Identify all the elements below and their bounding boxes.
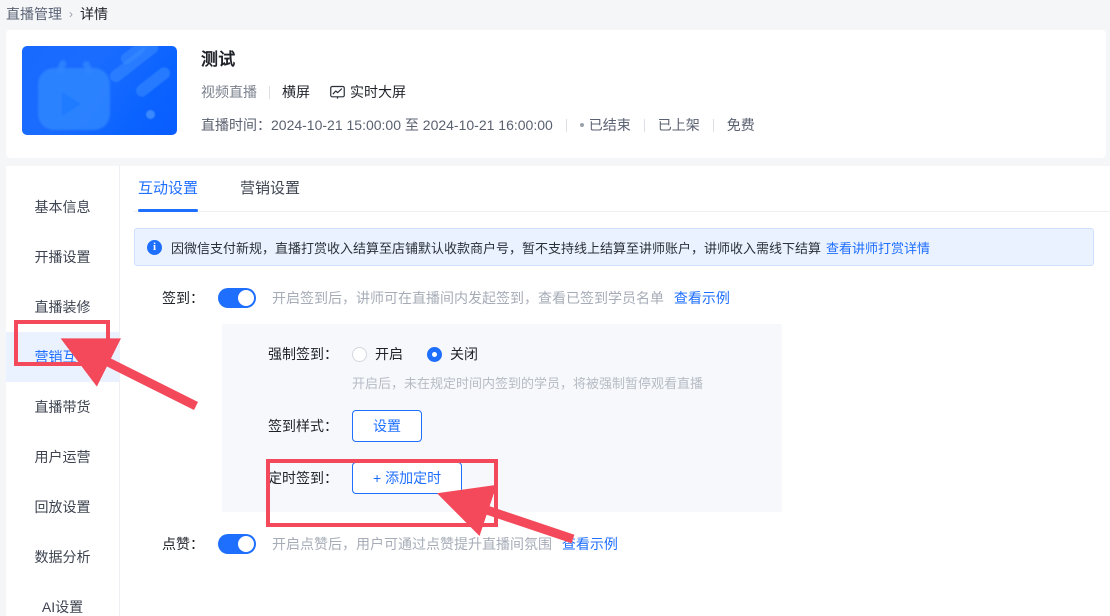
page-root: 直播管理 › 详情 测试 视频直播 横屏 实时大屏 直播时间： 2024-10-… bbox=[0, 0, 1110, 616]
sidebar-item-label: 基本信息 bbox=[34, 199, 91, 215]
signin-row: 签到： 开启签到后，讲师可在直播间内发起签到，查看已签到学员名单 查看示例 bbox=[146, 288, 1110, 308]
main-panel: 互动设置 营销设置 i 因微信支付新规，直播打赏收入结算至店铺默认收款商户号，暂… bbox=[120, 166, 1110, 616]
sidebar-item-broadcast[interactable]: 开播设置 bbox=[6, 232, 119, 282]
notice-link[interactable]: 查看讲师打赏详情 bbox=[826, 238, 930, 257]
force-signin-row: 强制签到： 开启 关闭 bbox=[254, 344, 782, 364]
live-meta-row: 视频直播 横屏 实时大屏 bbox=[201, 82, 755, 102]
tab-interaction-settings[interactable]: 互动设置 bbox=[138, 166, 199, 212]
force-signin-label: 强制签到： bbox=[268, 346, 338, 362]
sidebar-item-label: 开播设置 bbox=[34, 249, 91, 265]
shelf-status-badge: 已上架 bbox=[657, 117, 700, 133]
signin-toggle[interactable] bbox=[218, 288, 256, 308]
signin-hint-text: 开启签到后，讲师可在直播间内发起签到，查看已签到学员名单 bbox=[272, 290, 664, 306]
sidebar-item-decoration[interactable]: 直播装修 bbox=[6, 282, 119, 332]
tab-label: 营销设置 bbox=[240, 179, 301, 197]
signin-style-setting-button[interactable]: 设置 bbox=[352, 410, 422, 442]
signin-style-row: 签到样式： 设置 bbox=[254, 410, 782, 442]
add-schedule-button[interactable]: + 添加定时 bbox=[352, 462, 463, 494]
like-row: 点赞： 开启点赞后，用户可通过点赞提升直播间氛围 查看示例 bbox=[146, 534, 1110, 554]
like-label: 点赞： bbox=[162, 536, 204, 552]
meta-divider bbox=[643, 118, 645, 132]
meta-divider bbox=[712, 118, 714, 132]
tab-bar: 互动设置 营销设置 bbox=[134, 166, 1110, 212]
sidebar-item-commerce[interactable]: 直播带货 bbox=[6, 382, 119, 432]
meta-divider bbox=[269, 85, 270, 99]
sidebar-item-marketing[interactable]: 营销互动 bbox=[6, 332, 119, 382]
thumb-dot-decor bbox=[146, 110, 155, 119]
sidebar-item-label: 回放设置 bbox=[34, 499, 91, 515]
breadcrumb-current: 详情 bbox=[80, 6, 108, 22]
live-time-label: 直播时间： bbox=[201, 117, 271, 133]
price-badge: 免费 bbox=[726, 117, 755, 133]
scheduled-signin-label: 定时签到： bbox=[268, 470, 338, 486]
signin-settings-panel: 强制签到： 开启 关闭 开启后，未在规定时间内签到的学员，将被强制暂停观看直播 bbox=[222, 324, 782, 512]
radio-circle-icon bbox=[352, 346, 367, 362]
signin-hint: 开启签到后，讲师可在直播间内发起签到，查看已签到学员名单 查看示例 bbox=[272, 288, 730, 308]
sidebar-item-label: 营销互动 bbox=[34, 349, 91, 365]
sidebar-item-basic-info[interactable]: 基本信息 bbox=[6, 182, 119, 232]
sidebar-item-label: 用户运营 bbox=[34, 449, 91, 465]
sidebar-item-label: 数据分析 bbox=[34, 549, 91, 565]
thumb-play-icon bbox=[62, 92, 81, 116]
force-signin-radio-group: 开启 关闭 bbox=[352, 344, 502, 364]
tab-label: 互动设置 bbox=[138, 179, 199, 197]
sidebar-item-label: 直播装修 bbox=[34, 299, 91, 315]
notice-banner: i 因微信支付新规，直播打赏收入结算至店铺默认收款商户号，暂不支持线上结算至讲师… bbox=[134, 228, 1094, 266]
info-circle-icon: i bbox=[147, 239, 162, 255]
dashboard-chart-icon bbox=[330, 85, 350, 100]
meta-divider bbox=[565, 118, 567, 132]
radio-label: 开启 bbox=[375, 346, 403, 362]
live-title: 测试 bbox=[201, 50, 236, 69]
live-time-row: 直播时间： 2024-10-21 15:00:00 至 2024-10-21 1… bbox=[201, 115, 755, 135]
scheduled-signin-row: 定时签到： + 添加定时 bbox=[254, 462, 782, 494]
live-thumbnail bbox=[22, 46, 177, 135]
sidebar-item-user-ops[interactable]: 用户运营 bbox=[6, 432, 119, 482]
like-hint: 开启点赞后，用户可通过点赞提升直播间氛围 查看示例 bbox=[272, 534, 618, 554]
sidebar-item-replay[interactable]: 回放设置 bbox=[6, 482, 119, 532]
force-signin-sub-hint: 开启后，未在规定时间内签到的学员，将被强制暂停观看直播 bbox=[352, 376, 704, 391]
sidebar-item-ai-settings[interactable]: AI设置 bbox=[6, 582, 119, 616]
like-hint-text: 开启点赞后，用户可通过点赞提升直播间氛围 bbox=[272, 536, 552, 552]
force-signin-option-off[interactable]: 关闭 bbox=[427, 344, 478, 364]
sidebar-item-label: AI设置 bbox=[41, 599, 84, 615]
sidebar-item-label: 直播带货 bbox=[34, 399, 91, 415]
live-meta: 测试 视频直播 横屏 实时大屏 直播时间： 2024-10-21 15:00:0… bbox=[201, 46, 755, 135]
sidebar: 基本信息 开播设置 直播装修 营销互动 直播带货 用户运营 回放设置 数据分析 … bbox=[6, 166, 120, 616]
notice-text: 因微信支付新规，直播打赏收入结算至店铺默认收款商户号，暂不支持线上结算至讲师账户… bbox=[171, 240, 822, 256]
like-toggle[interactable] bbox=[218, 534, 256, 554]
signin-label: 签到： bbox=[162, 290, 204, 306]
toggle-knob bbox=[238, 536, 254, 552]
force-signin-option-on[interactable]: 开启 bbox=[352, 344, 403, 364]
status-dot-icon bbox=[579, 123, 584, 127]
signin-example-link[interactable]: 查看示例 bbox=[674, 290, 730, 306]
content-area: 基本信息 开播设置 直播装修 营销互动 直播带货 用户运营 回放设置 数据分析 … bbox=[6, 166, 1110, 616]
sidebar-item-analytics[interactable]: 数据分析 bbox=[6, 532, 119, 582]
radio-circle-icon bbox=[427, 346, 442, 362]
toggle-knob bbox=[238, 290, 254, 306]
live-info-card: 测试 视频直播 横屏 实时大屏 直播时间： 2024-10-21 15:00:0… bbox=[6, 30, 1106, 158]
breadcrumb-separator-icon: › bbox=[69, 7, 73, 21]
live-screen-mode: 横屏 bbox=[282, 84, 310, 100]
live-time-range: 2024-10-21 15:00:00 至 2024-10-21 16:00:0… bbox=[271, 117, 553, 133]
like-example-link[interactable]: 查看示例 bbox=[562, 536, 618, 552]
realtime-bigscreen-label: 实时大屏 bbox=[350, 84, 406, 100]
signin-style-label: 签到样式： bbox=[268, 418, 338, 434]
realtime-bigscreen-link[interactable]: 实时大屏 bbox=[330, 82, 406, 102]
radio-label: 关闭 bbox=[450, 346, 478, 362]
status-badge: 已结束 bbox=[588, 117, 631, 133]
tab-marketing-settings[interactable]: 营销设置 bbox=[240, 166, 300, 212]
breadcrumb: 直播管理 › 详情 bbox=[0, 0, 1110, 28]
breadcrumb-root[interactable]: 直播管理 bbox=[6, 4, 62, 24]
live-type: 视频直播 bbox=[201, 84, 257, 100]
thumb-streak-decor bbox=[133, 64, 173, 100]
